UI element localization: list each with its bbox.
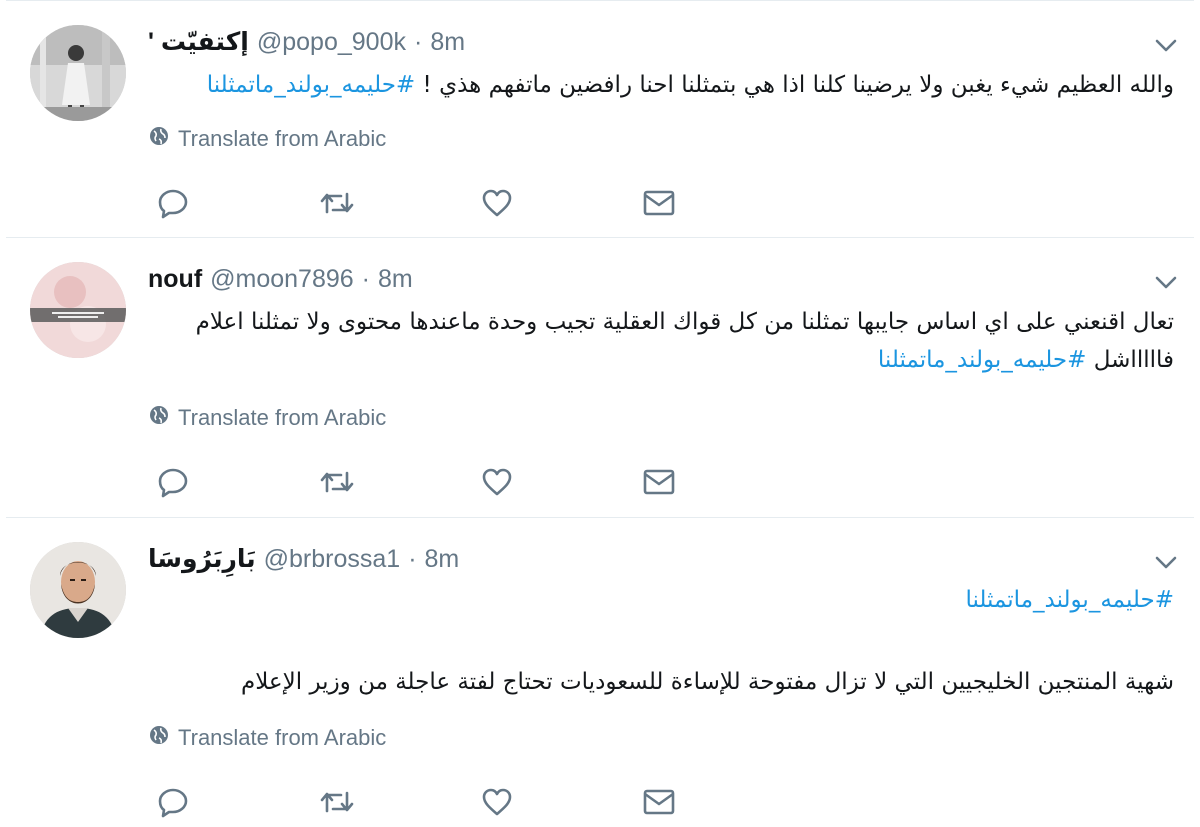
user-handle[interactable]: @brbrossa1 (264, 545, 401, 574)
tweet-text: #حليمه_بولند_ماتمثلنا (965, 584, 1174, 616)
timestamp[interactable]: 8m (425, 545, 460, 574)
tweet-header: ' إكتفيّت @popo_900k · 8m (148, 25, 465, 59)
retweet-button[interactable] (318, 782, 480, 822)
retweet-icon (318, 785, 356, 819)
retweet-icon (318, 186, 356, 220)
tweet-header: بَارِبَرُوسَا @brbrossa1 · 8m (148, 542, 459, 576)
tweet-text: فاااااشل #حليمه_بولند_ماتمثلنا (878, 344, 1174, 376)
envelope-icon (642, 785, 676, 819)
direct-message-button[interactable] (642, 782, 804, 822)
chevron-down-icon[interactable] (1152, 548, 1180, 576)
translate-link[interactable]: Translate from Arabic (148, 125, 386, 153)
chevron-down-icon[interactable] (1152, 268, 1180, 296)
timestamp[interactable]: 8m (430, 28, 465, 57)
translate-label: Translate from Arabic (178, 126, 387, 151)
display-name[interactable]: ' إكتفيّت (148, 27, 249, 57)
tweet[interactable]: nouf @moon7896 · 8m تعال اقنعني على اي ا… (6, 238, 1194, 518)
display-name[interactable]: nouf (148, 265, 202, 294)
translate-label: Translate from Arabic (178, 405, 387, 430)
heart-icon (480, 465, 514, 499)
reply-button[interactable] (156, 782, 318, 822)
tweet-feed: ' إكتفيّت @popo_900k · 8m والله العظيم ش… (0, 0, 1200, 827)
tweet-actions (156, 782, 804, 822)
display-name[interactable]: بَارِبَرُوسَا (148, 544, 256, 574)
globe-icon (148, 404, 170, 432)
tweet-text-segment: شهية المنتجين الخليجيين التي لا تزال مفت… (240, 669, 1174, 695)
tweet-text: تعال اقنعني على اي اساس جايبها تمثلنا من… (196, 306, 1174, 338)
tweet-text-segment: والله العظيم شيء يغبن ولا يرضينا كلنا اذ… (422, 72, 1174, 98)
translate-link[interactable]: Translate from Arabic (148, 404, 386, 432)
chevron-down-icon[interactable] (1152, 31, 1180, 59)
envelope-icon (642, 186, 676, 220)
separator-dot: · (413, 27, 423, 56)
heart-icon (480, 785, 514, 819)
translate-label: Translate from Arabic (178, 725, 387, 750)
timestamp[interactable]: 8m (378, 265, 413, 294)
user-handle[interactable]: @moon7896 (210, 265, 354, 294)
tweet-text-segment: تعال اقنعني على اي اساس جايبها تمثلنا من… (195, 309, 1174, 335)
avatar[interactable] (30, 542, 126, 638)
translate-link[interactable]: Translate from Arabic (148, 724, 386, 752)
tweet-text: شهية المنتجين الخليجيين التي لا تزال مفت… (241, 666, 1174, 698)
globe-icon (148, 125, 170, 153)
retweet-button[interactable] (318, 462, 480, 502)
tweet[interactable]: ' إكتفيّت @popo_900k · 8m والله العظيم ش… (6, 0, 1194, 238)
tweet-header: nouf @moon7896 · 8m (148, 262, 413, 296)
like-button[interactable] (480, 782, 642, 822)
reply-icon (156, 785, 190, 819)
like-button[interactable] (480, 462, 642, 502)
reply-icon (156, 465, 190, 499)
separator-dot: · (408, 544, 417, 573)
hashtag-link[interactable]: #حليمه_بولند_ماتمثلنا (965, 587, 1174, 613)
tweet-actions (156, 462, 804, 502)
reply-icon (156, 186, 190, 220)
tweet-actions (156, 183, 804, 223)
reply-button[interactable] (156, 462, 318, 502)
reply-button[interactable] (156, 183, 318, 223)
retweet-icon (318, 465, 356, 499)
like-button[interactable] (480, 183, 642, 223)
user-handle[interactable]: @popo_900k (257, 28, 406, 57)
envelope-icon (642, 465, 676, 499)
tweet[interactable]: بَارِبَرُوسَا @brbrossa1 · 8m #حليمه_بول… (6, 518, 1194, 827)
direct-message-button[interactable] (642, 183, 804, 223)
avatar[interactable] (30, 25, 126, 121)
tweet-text-segment: فاااااشل (1093, 347, 1174, 373)
heart-icon (480, 186, 514, 220)
retweet-button[interactable] (318, 183, 480, 223)
globe-icon (148, 724, 170, 752)
tweet-text: والله العظيم شيء يغبن ولا يرضينا كلنا اذ… (207, 69, 1174, 101)
avatar[interactable] (30, 262, 126, 358)
hashtag-link[interactable]: #حليمه_بولند_ماتمثلنا (207, 72, 416, 98)
hashtag-link[interactable]: #حليمه_بولند_ماتمثلنا (878, 347, 1087, 373)
separator-dot: · (361, 264, 370, 293)
direct-message-button[interactable] (642, 462, 804, 502)
